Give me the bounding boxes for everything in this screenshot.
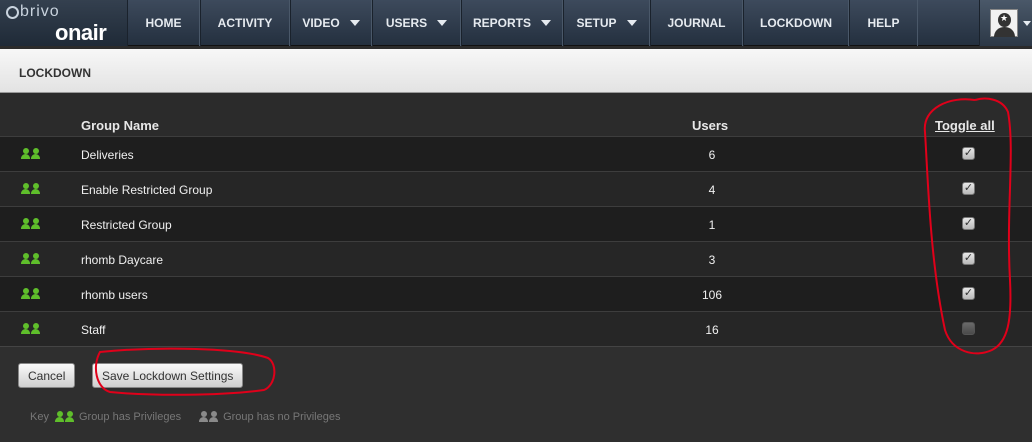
column-header-group-name: Group Name (81, 118, 160, 133)
nav-users-label: USERS (385, 16, 428, 30)
key-no-privileges: Group has no Privileges (223, 411, 341, 423)
privilege-key: Key Group has Privileges Group has no Pr… (30, 411, 340, 423)
top-nav-bar: brivo onair HOME ACTIVITY VIDEO USERS RE… (0, 0, 1032, 46)
lockdown-checkbox[interactable]: ✓ (962, 147, 975, 160)
table-row: Restricted Group 1 ✓ (0, 206, 1032, 241)
group-privileged-icon (21, 183, 41, 195)
lockdown-checkbox[interactable] (962, 322, 975, 335)
chevron-down-icon (626, 20, 637, 26)
column-header-users: Users (692, 118, 729, 133)
group-name: Restricted Group (81, 218, 172, 232)
table-row: Deliveries 6 ✓ (0, 136, 1032, 171)
group-name: rhomb Daycare (81, 253, 164, 267)
nav-activity-label: ACTIVITY (217, 16, 273, 30)
key-label: Key (30, 411, 49, 423)
user-count: 3 (708, 253, 716, 267)
cancel-button[interactable]: Cancel (18, 363, 76, 388)
user-count: 106 (701, 288, 723, 302)
table-row: Enable Restricted Group 4 ✓ (0, 171, 1032, 206)
logo-product: onair (55, 20, 107, 45)
table-row: rhomb users 106 ✓ (0, 276, 1032, 311)
group-name: Deliveries (81, 148, 134, 162)
chevron-down-icon (437, 20, 448, 26)
lockdown-checkbox[interactable]: ✓ (962, 217, 975, 230)
group-name: Staff (81, 323, 106, 337)
user-count: 4 (708, 183, 716, 197)
user-menu[interactable]: ★ (979, 0, 1032, 46)
user-count: 6 (708, 148, 716, 162)
nav-journal-label: JOURNAL (667, 16, 726, 30)
logo-brand: brivo (20, 3, 60, 20)
user-count: 1 (708, 218, 716, 232)
star-icon: ★ (1000, 13, 1009, 23)
nav-lockdown-label: LOCKDOWN (760, 16, 832, 30)
chevron-down-icon (349, 20, 360, 26)
save-lockdown-settings-button[interactable]: Save Lockdown Settings (92, 363, 244, 388)
nav-journal[interactable]: JOURNAL (650, 0, 743, 46)
group-privileged-icon (21, 323, 41, 335)
group-name: Enable Restricted Group (81, 183, 213, 197)
table-row: rhomb Daycare 3 ✓ (0, 241, 1032, 276)
nav-reports[interactable]: REPORTS (461, 0, 563, 46)
nav-home[interactable]: HOME (127, 0, 200, 46)
table-header: Group Name Users Toggle all (0, 94, 1032, 136)
page-title: LOCKDOWN (19, 66, 91, 80)
nav-activity[interactable]: ACTIVITY (200, 0, 290, 46)
group-name: rhomb users (81, 288, 148, 302)
group-privileged-icon (21, 253, 41, 265)
nav-setup[interactable]: SETUP (563, 0, 650, 46)
nav-video-label: VIDEO (302, 16, 340, 30)
avatar: ★ (990, 9, 1018, 37)
group-unprivileged-icon (199, 411, 219, 423)
user-count: 16 (705, 323, 719, 337)
nav-help-label: HELP (867, 16, 900, 30)
chevron-down-icon (1023, 21, 1031, 26)
lockdown-checkbox[interactable]: ✓ (962, 287, 975, 300)
group-privileged-icon (21, 288, 41, 300)
group-privileged-icon (21, 148, 41, 160)
nav-lockdown[interactable]: LOCKDOWN (743, 0, 849, 46)
lockdown-checkbox[interactable]: ✓ (962, 182, 975, 195)
group-privileged-icon (21, 218, 41, 230)
chevron-down-icon (541, 20, 551, 26)
nav-reports-label: REPORTS (472, 16, 531, 30)
nav-home-label: HOME (145, 16, 182, 30)
lockdown-checkbox[interactable]: ✓ (962, 252, 975, 265)
nav-users[interactable]: USERS (372, 0, 461, 46)
logo-ring-icon (6, 6, 19, 19)
nav-help[interactable]: HELP (849, 0, 918, 46)
footer-actions: Cancel Save Lockdown Settings Key Group … (0, 346, 1032, 442)
nav-video[interactable]: VIDEO (290, 0, 372, 46)
toggle-all-link[interactable]: Toggle all (935, 118, 995, 133)
group-privileged-icon (54, 411, 75, 423)
nav-setup-label: SETUP (576, 16, 617, 30)
page-header: LOCKDOWN (0, 49, 1032, 93)
table-row: Staff 16 (0, 311, 1032, 346)
brivo-onair-logo[interactable]: brivo onair (0, 0, 127, 46)
key-has-privileges: Group has Privileges (78, 411, 182, 423)
